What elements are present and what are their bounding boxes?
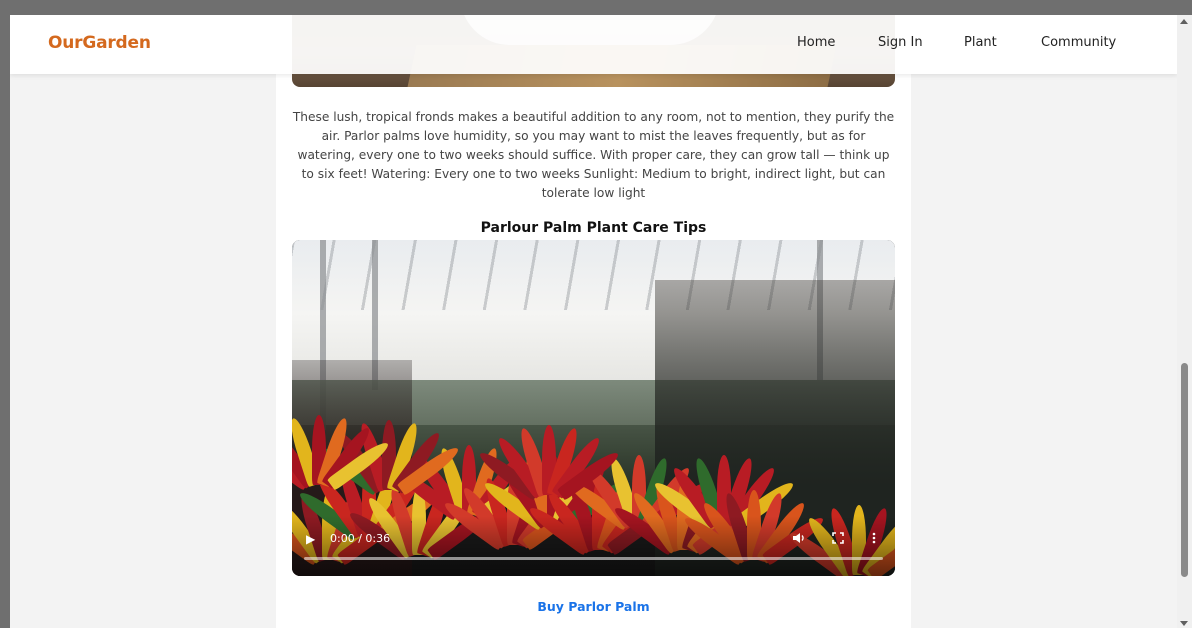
scroll-down-arrow-icon[interactable] [1180, 621, 1188, 626]
volume-icon[interactable] [792, 531, 806, 548]
more-options-icon[interactable] [872, 532, 876, 547]
nav-plant[interactable]: Plant [964, 35, 997, 50]
video-time: 0:00 / 0:36 [330, 532, 391, 545]
browser-viewport: These lush, tropical fronds makes a beau… [10, 15, 1177, 628]
nav-sign-in[interactable]: Sign In [878, 35, 923, 50]
buy-parlor-palm-link[interactable]: Buy Parlor Palm [292, 599, 895, 614]
fullscreen-icon[interactable] [832, 532, 844, 547]
video-progress-bar[interactable] [304, 557, 883, 560]
top-navbar: OurGarden Home Sign In Plant Community [10, 15, 1177, 74]
content-card: These lush, tropical fronds makes a beau… [276, 15, 911, 628]
brand-logo[interactable]: OurGarden [48, 33, 151, 53]
scroll-up-arrow-icon[interactable] [1180, 19, 1188, 24]
video-title: Parlour Palm Plant Care Tips [480, 220, 707, 236]
nav-home[interactable]: Home [797, 35, 835, 50]
vertical-scrollbar[interactable] [1177, 15, 1192, 628]
care-tips-video[interactable]: ▶ 0:00 / 0:36 [292, 240, 895, 576]
scroll-thumb[interactable] [1181, 363, 1188, 577]
plant-description: These lush, tropical fronds makes a beau… [292, 110, 895, 200]
nav-community[interactable]: Community [1041, 35, 1116, 50]
play-icon[interactable]: ▶ [306, 532, 315, 546]
